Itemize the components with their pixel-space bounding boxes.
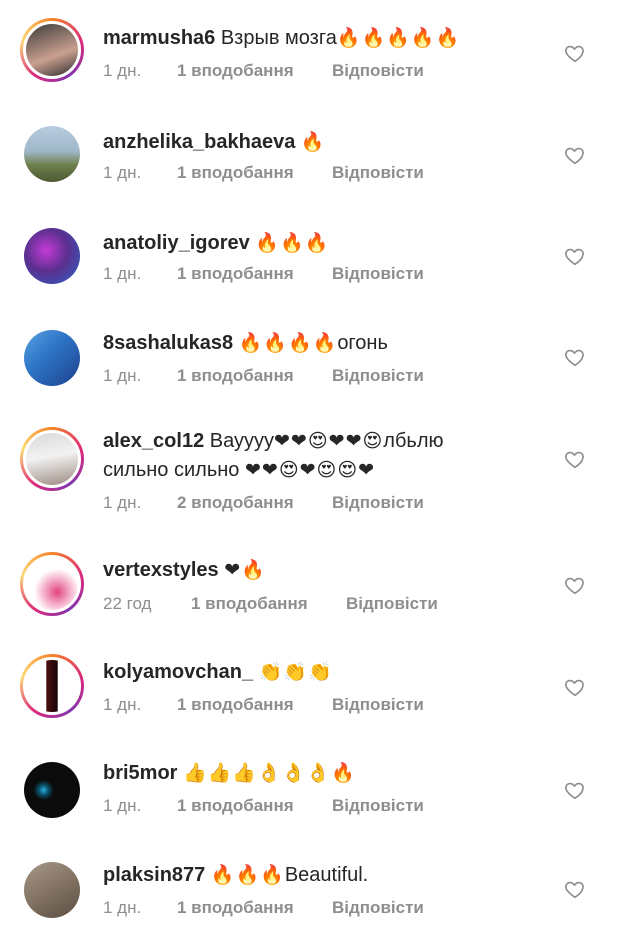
comment-username[interactable]: marmusha6 — [103, 27, 215, 49]
comment-message-line2: сильно сильно — [103, 459, 245, 481]
comment-likes[interactable]: 1 вподобання — [177, 61, 332, 81]
avatar-image — [23, 430, 81, 488]
comment-likes[interactable]: 2 вподобання — [177, 493, 332, 513]
comment-time: 22 год — [103, 594, 152, 613]
comment-time: 1 дн. — [103, 163, 142, 182]
comment-message: Взрыв мозга — [215, 27, 337, 49]
avatar[interactable] — [20, 427, 84, 491]
avatar[interactable] — [20, 326, 84, 390]
comment-username[interactable]: vertexstyles — [103, 559, 219, 581]
avatar-image — [23, 555, 81, 613]
comment-meta: 1 дн. 1 вподобання Відповісти — [103, 366, 424, 386]
comment-meta: 1 дн. 1 вподобання Відповісти — [103, 163, 424, 183]
reply-button[interactable]: Відповісти — [332, 493, 424, 513]
comment-emoji: 👍👍👍👌👌👌🔥 — [183, 762, 356, 784]
avatar-image — [24, 862, 80, 918]
avatar[interactable] — [20, 224, 84, 288]
comment-time: 1 дн. — [103, 264, 142, 283]
avatar-image — [24, 228, 80, 284]
reply-button[interactable]: Відповісти — [332, 264, 424, 284]
comment-meta: 1 дн. 1 вподобання Відповісти — [103, 61, 424, 81]
comment-time: 1 дн. — [103, 366, 142, 385]
heart-outline-icon[interactable] — [564, 448, 586, 470]
comment-message: Вауууу — [204, 430, 274, 452]
heart-outline-icon[interactable] — [564, 779, 586, 801]
comment-emoji-line2: ❤❤😍❤😍😍❤ — [244, 459, 376, 481]
reply-button[interactable]: Відповісти — [332, 695, 424, 715]
comment-emoji: 🔥🔥🔥🔥🔥 — [336, 27, 461, 49]
comment-likes[interactable]: 1 вподобання — [191, 594, 346, 614]
comment-username[interactable]: anatoliy_igorev — [103, 232, 250, 254]
comment-message-tail: Beautiful. — [284, 864, 369, 886]
heart-outline-icon[interactable] — [564, 42, 586, 64]
avatar[interactable] — [20, 18, 84, 82]
comment-likes[interactable]: 1 вподобання — [177, 366, 332, 386]
comment-text: anatoliy_igorev 🔥🔥🔥 — [103, 229, 560, 258]
comment-emoji: 🔥🔥🔥🔥 — [238, 332, 338, 354]
heart-outline-icon[interactable] — [564, 574, 586, 596]
heart-outline-icon[interactable] — [564, 878, 586, 900]
reply-button[interactable]: Відповісти — [332, 796, 424, 816]
avatar-image — [23, 657, 81, 715]
comment-username[interactable]: kolyamovchan_ — [103, 661, 253, 683]
reply-button[interactable]: Відповісти — [332, 898, 424, 918]
comment-text: anzhelika_bakhaeva 🔥 — [103, 128, 560, 157]
comment-time: 1 дн. — [103, 695, 142, 714]
avatar[interactable] — [20, 654, 84, 718]
comment-username[interactable]: 8sashalukas8 — [103, 332, 233, 354]
comment-username[interactable]: alex_col12 — [103, 430, 204, 452]
comment-meta: 1 дн. 1 вподобання Відповісти — [103, 695, 424, 715]
comment-message-tail: огонь — [337, 332, 388, 354]
comment-likes[interactable]: 1 вподобання — [177, 264, 332, 284]
comment-meta: 1 дн. 1 вподобання Відповісти — [103, 796, 424, 816]
heart-outline-icon[interactable] — [564, 245, 586, 267]
comment-emoji: 🔥🔥🔥 — [210, 864, 285, 886]
comment-text: 8sashalukas8 🔥🔥🔥🔥огонь — [103, 329, 560, 358]
comment-list: marmusha6 Взрыв мозга🔥🔥🔥🔥🔥 1 дн. 1 вподо… — [0, 0, 620, 932]
heart-outline-icon[interactable] — [564, 676, 586, 698]
reply-button[interactable]: Відповісти — [346, 594, 438, 614]
comment-time: 1 дн. — [103, 796, 142, 815]
avatar[interactable] — [20, 552, 84, 616]
comment-meta: 22 год 1 вподобання Відповісти — [103, 594, 438, 614]
comment-meta: 1 дн. 2 вподобання Відповісти — [103, 493, 424, 513]
comment-emoji: ❤🔥 — [224, 559, 266, 581]
avatar-image — [24, 330, 80, 386]
comment-likes[interactable]: 1 вподобання — [177, 695, 332, 715]
comment-message-tail: лбьлю — [383, 430, 444, 452]
comment-text: kolyamovchan_ 👏👏👏 — [103, 658, 560, 687]
comment-likes[interactable]: 1 вподобання — [177, 163, 332, 183]
avatar[interactable] — [20, 122, 84, 186]
comment-emoji: ❤❤😍❤❤😍 — [274, 430, 384, 452]
heart-outline-icon[interactable] — [564, 144, 586, 166]
comment-emoji: 🔥🔥🔥 — [255, 232, 330, 254]
comment-text: marmusha6 Взрыв мозга🔥🔥🔥🔥🔥 — [103, 24, 560, 53]
comment-likes[interactable]: 1 вподобання — [177, 898, 332, 918]
avatar[interactable] — [20, 758, 84, 822]
comment-text: bri5mor 👍👍👍👌👌👌🔥 — [103, 759, 560, 788]
comment-username[interactable]: anzhelika_bakhaeva — [103, 131, 295, 153]
comment-time: 1 дн. — [103, 898, 142, 917]
reply-button[interactable]: Відповісти — [332, 61, 424, 81]
comment-time: 1 дн. — [103, 493, 142, 512]
avatar[interactable] — [20, 858, 84, 922]
comment-username[interactable]: bri5mor — [103, 762, 177, 784]
heart-outline-icon[interactable] — [564, 346, 586, 368]
comment-meta: 1 дн. 1 вподобання Відповісти — [103, 264, 424, 284]
reply-button[interactable]: Відповісти — [332, 366, 424, 386]
comment-text: plaksin877 🔥🔥🔥Beautiful. — [103, 861, 560, 890]
comment-emoji: 👏👏👏 — [258, 661, 333, 683]
comment-likes[interactable]: 1 вподобання — [177, 796, 332, 816]
comment-text: alex_col12 Вауууу❤❤😍❤❤😍лбьлю сильно силь… — [103, 427, 560, 485]
avatar-image — [23, 21, 81, 79]
comment-emoji: 🔥 — [300, 131, 326, 153]
comment-meta: 1 дн. 1 вподобання Відповісти — [103, 898, 424, 918]
avatar-image — [24, 762, 80, 818]
reply-button[interactable]: Відповісти — [332, 163, 424, 183]
avatar-image — [24, 126, 80, 182]
comment-time: 1 дн. — [103, 61, 142, 80]
comment-text: vertexstyles ❤🔥 — [103, 556, 560, 585]
comment-username[interactable]: plaksin877 — [103, 864, 205, 886]
